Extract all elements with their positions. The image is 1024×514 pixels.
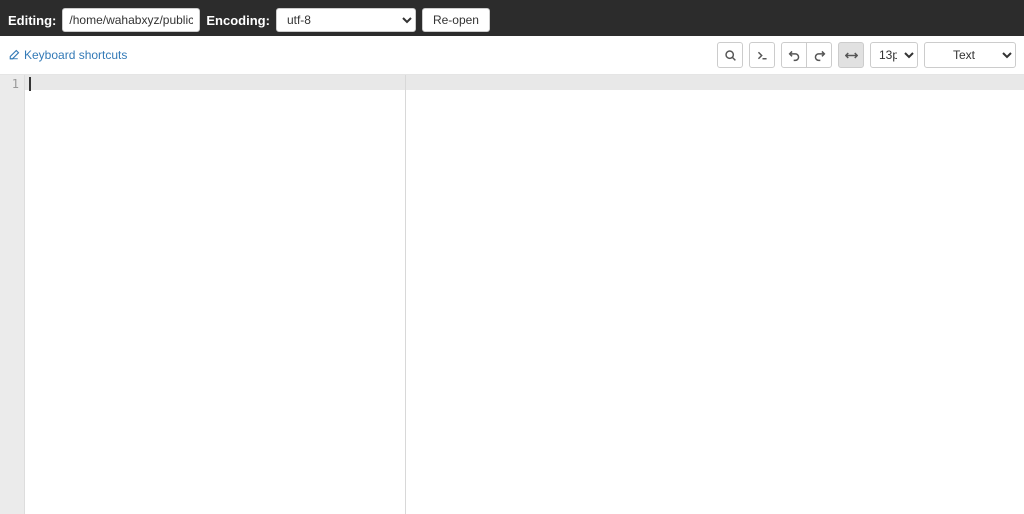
redo-button[interactable] <box>806 42 832 68</box>
undo-icon <box>788 49 801 62</box>
wrap-button[interactable] <box>838 42 864 68</box>
code-content-pane[interactable] <box>25 75 1024 514</box>
search-icon <box>724 49 737 62</box>
editor-area[interactable]: 1 <box>0 75 1024 514</box>
encoding-label: Encoding: <box>206 13 270 28</box>
reopen-button[interactable]: Re-open <box>422 8 490 32</box>
text-cursor <box>29 77 31 91</box>
wrap-icon <box>845 49 858 62</box>
editing-label: Editing: <box>8 13 56 28</box>
sub-header: Keyboard shortcuts <box>0 36 1024 75</box>
line-number-gutter: 1 <box>0 75 25 514</box>
font-size-select[interactable]: 13px <box>870 42 918 68</box>
language-select[interactable]: Text <box>924 42 1016 68</box>
terminal-button[interactable] <box>749 42 775 68</box>
keyboard-shortcuts-label: Keyboard shortcuts <box>24 48 127 62</box>
search-button[interactable] <box>717 42 743 68</box>
keyboard-shortcuts-link[interactable]: Keyboard shortcuts <box>8 48 127 62</box>
print-margin-ruler <box>405 75 406 514</box>
terminal-icon <box>756 49 769 62</box>
redo-icon <box>813 49 826 62</box>
encoding-select[interactable]: utf-8 <box>276 8 416 32</box>
line-number: 1 <box>0 77 19 92</box>
undo-redo-group <box>781 42 832 68</box>
edit-icon <box>8 49 20 61</box>
file-path-input[interactable] <box>62 8 200 32</box>
undo-button[interactable] <box>781 42 807 68</box>
header-bar: Editing: Encoding: utf-8 Re-open <box>0 4 1024 36</box>
